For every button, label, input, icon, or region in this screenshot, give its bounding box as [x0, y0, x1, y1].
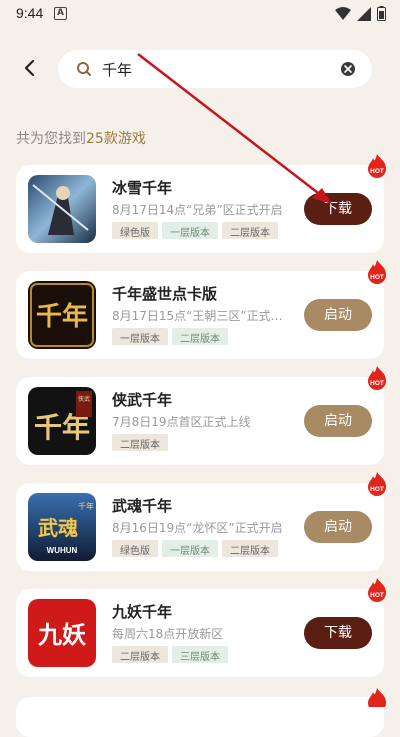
- game-description: 8月16日19点“龙怀区”正式开启: [112, 521, 283, 535]
- tag: 一层版本: [162, 540, 218, 557]
- status-icons: [335, 6, 386, 21]
- game-description: 8月17日14点“兄弟”区正式开启: [112, 203, 283, 217]
- result-prefix: 共为您找到: [16, 131, 86, 147]
- icon-text: 武魂: [38, 516, 78, 540]
- game-icon-wuhun: 武魂 千年 WUHUN: [28, 493, 96, 561]
- game-icon-bingxue: [28, 175, 96, 243]
- game-card[interactable]: 九妖 九妖千年 每周六18点开放新区 二层版本 三层版本 下载 HOT: [16, 578, 386, 677]
- game-tags: 一层版本 二层版本: [112, 327, 298, 345]
- game-icon-jiuyao: 九妖: [28, 599, 96, 667]
- launch-button[interactable]: 启动: [304, 405, 372, 437]
- game-description: 7月8日19点首区正式上线: [112, 415, 251, 429]
- download-button[interactable]: 下载: [304, 617, 372, 649]
- hot-label: HOT: [370, 592, 384, 599]
- back-button[interactable]: [18, 56, 42, 80]
- icon-sub-text: WUHUN: [47, 546, 78, 555]
- game-card[interactable]: 冰雪千年 8月17日14点“兄弟”区正式开启 绿色版 一层版本 二层版本 下载 HO…: [16, 154, 386, 253]
- hot-label: HOT: [370, 168, 384, 175]
- hot-badge-icon: HOT: [368, 366, 386, 390]
- hot-badge-icon: HOT: [368, 578, 386, 602]
- download-button[interactable]: 下载: [304, 193, 372, 225]
- game-title: 侠武千年: [112, 391, 173, 409]
- hot-label: HOT: [370, 486, 384, 493]
- game-tags: 绿色版 一层版本 二层版本: [112, 539, 298, 557]
- signal-icon: [357, 6, 371, 21]
- tag: 三层版本: [172, 646, 228, 663]
- app-notification-icon: A: [54, 7, 67, 20]
- game-title: 武魂千年: [112, 497, 173, 515]
- game-description: 8月17日15点“王朝三区”正式开启: [112, 309, 292, 323]
- game-card[interactable]: 千年 侠武 侠武千年 7月8日19点首区正式上线 二层版本 启动 HOT: [16, 366, 386, 465]
- hot-badge-icon: HOT: [368, 154, 386, 178]
- tag: 一层版本: [162, 222, 218, 239]
- hot-badge-icon: HOT: [368, 260, 386, 284]
- tag: 二层版本: [222, 222, 278, 239]
- launch-button[interactable]: 启动: [304, 511, 372, 543]
- tag: 一层版本: [112, 328, 168, 345]
- game-title: 冰雪千年: [112, 179, 173, 197]
- launch-button[interactable]: 启动: [304, 299, 372, 331]
- search-query: 千年: [102, 61, 133, 79]
- search-icon: [77, 62, 91, 76]
- game-tags: 二层版本 三层版本: [112, 645, 298, 663]
- icon-text: 千年: [36, 301, 88, 332]
- status-bar: 9:44 A: [0, 0, 400, 28]
- game-card[interactable]: 武魂 千年 WUHUN 武魂千年 8月16日19点“龙怀区”正式开启 绿色版 一层…: [16, 472, 386, 571]
- clear-icon[interactable]: [340, 61, 356, 77]
- search-input[interactable]: 千年: [58, 50, 372, 88]
- result-number: 25款游戏: [86, 131, 146, 147]
- game-card[interactable]: 千年 千年盛世点卡版 8月17日15点“王朝三区”正式开启 一层版本 二层版本 启…: [16, 260, 386, 359]
- game-tags: 绿色版 一层版本 二层版本: [112, 221, 298, 239]
- game-list: 冰雪千年 8月17日14点“兄弟”区正式开启 绿色版 一层版本 二层版本 下载 HO…: [16, 154, 386, 695]
- tag: 绿色版: [112, 222, 158, 239]
- hot-label: HOT: [370, 380, 384, 387]
- hot-badge-icon: HOT: [368, 472, 386, 496]
- game-icon-xiawu: 千年 侠武: [28, 387, 96, 455]
- game-title: 九妖千年: [112, 603, 173, 621]
- game-description: 每周六18点开放新区: [112, 627, 224, 641]
- game-title: 千年盛世点卡版: [112, 285, 218, 303]
- battery-icon: [377, 6, 386, 21]
- icon-small-text: 千年: [78, 501, 94, 511]
- icon-small-text: 侠武: [78, 395, 90, 403]
- tag: 绿色版: [112, 540, 158, 557]
- hot-badge-icon: [368, 688, 386, 707]
- game-icon-qiannian-shengshi: 千年: [28, 281, 96, 349]
- game-tags: 二层版本: [112, 433, 298, 451]
- icon-text: 九妖: [37, 620, 86, 649]
- tag: 二层版本: [222, 540, 278, 557]
- tag: 二层版本: [112, 434, 168, 451]
- tag: 二层版本: [112, 646, 168, 663]
- tag: 二层版本: [172, 328, 228, 345]
- game-card-partial[interactable]: [16, 688, 386, 737]
- wifi-icon: [335, 6, 351, 20]
- hot-label: HOT: [370, 274, 384, 281]
- status-time: 9:44: [16, 5, 44, 21]
- result-count: 共为您找到25款游戏: [16, 128, 146, 148]
